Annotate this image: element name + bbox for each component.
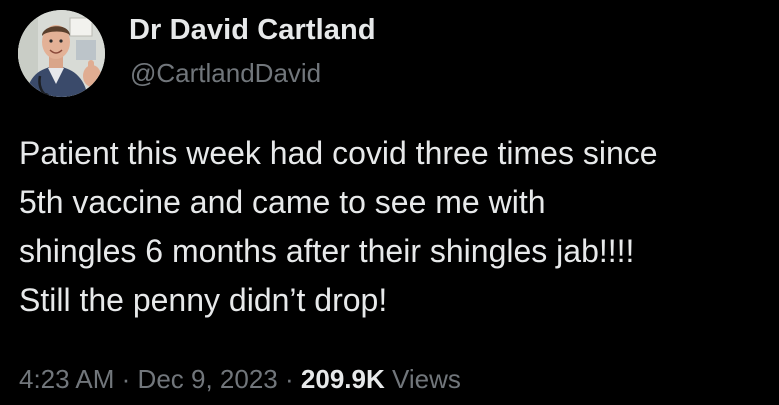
tweet-metadata: 4:23 AM · Dec 9, 2023 · 209.9K Views: [19, 364, 461, 395]
tweet-card: Dr David Cartland @CartlandDavid Patient…: [0, 0, 779, 405]
tweet-text-line: 5th vaccine and came to see me with: [19, 184, 546, 220]
tweet-text-line: Still the penny didn’t drop!: [19, 282, 388, 318]
author-handle[interactable]: @CartlandDavid: [130, 58, 321, 89]
meta-separator: ·: [121, 364, 131, 394]
profile-photo-icon: [18, 10, 105, 97]
views-label: Views: [391, 364, 461, 394]
tweet-text-line: shingles 6 months after their shingles j…: [19, 233, 635, 269]
tweet-text-line: Patient this week had covid three times …: [19, 135, 658, 171]
tweet-text: Patient this week had covid three times …: [19, 129, 769, 325]
author-name[interactable]: Dr David Cartland: [129, 14, 376, 47]
tweet-date[interactable]: Dec 9, 2023: [138, 364, 278, 394]
meta-separator: ·: [285, 364, 294, 394]
view-count[interactable]: 209.9K: [301, 364, 385, 394]
tweet-time[interactable]: 4:23 AM: [19, 364, 114, 394]
author-avatar[interactable]: [18, 10, 105, 97]
